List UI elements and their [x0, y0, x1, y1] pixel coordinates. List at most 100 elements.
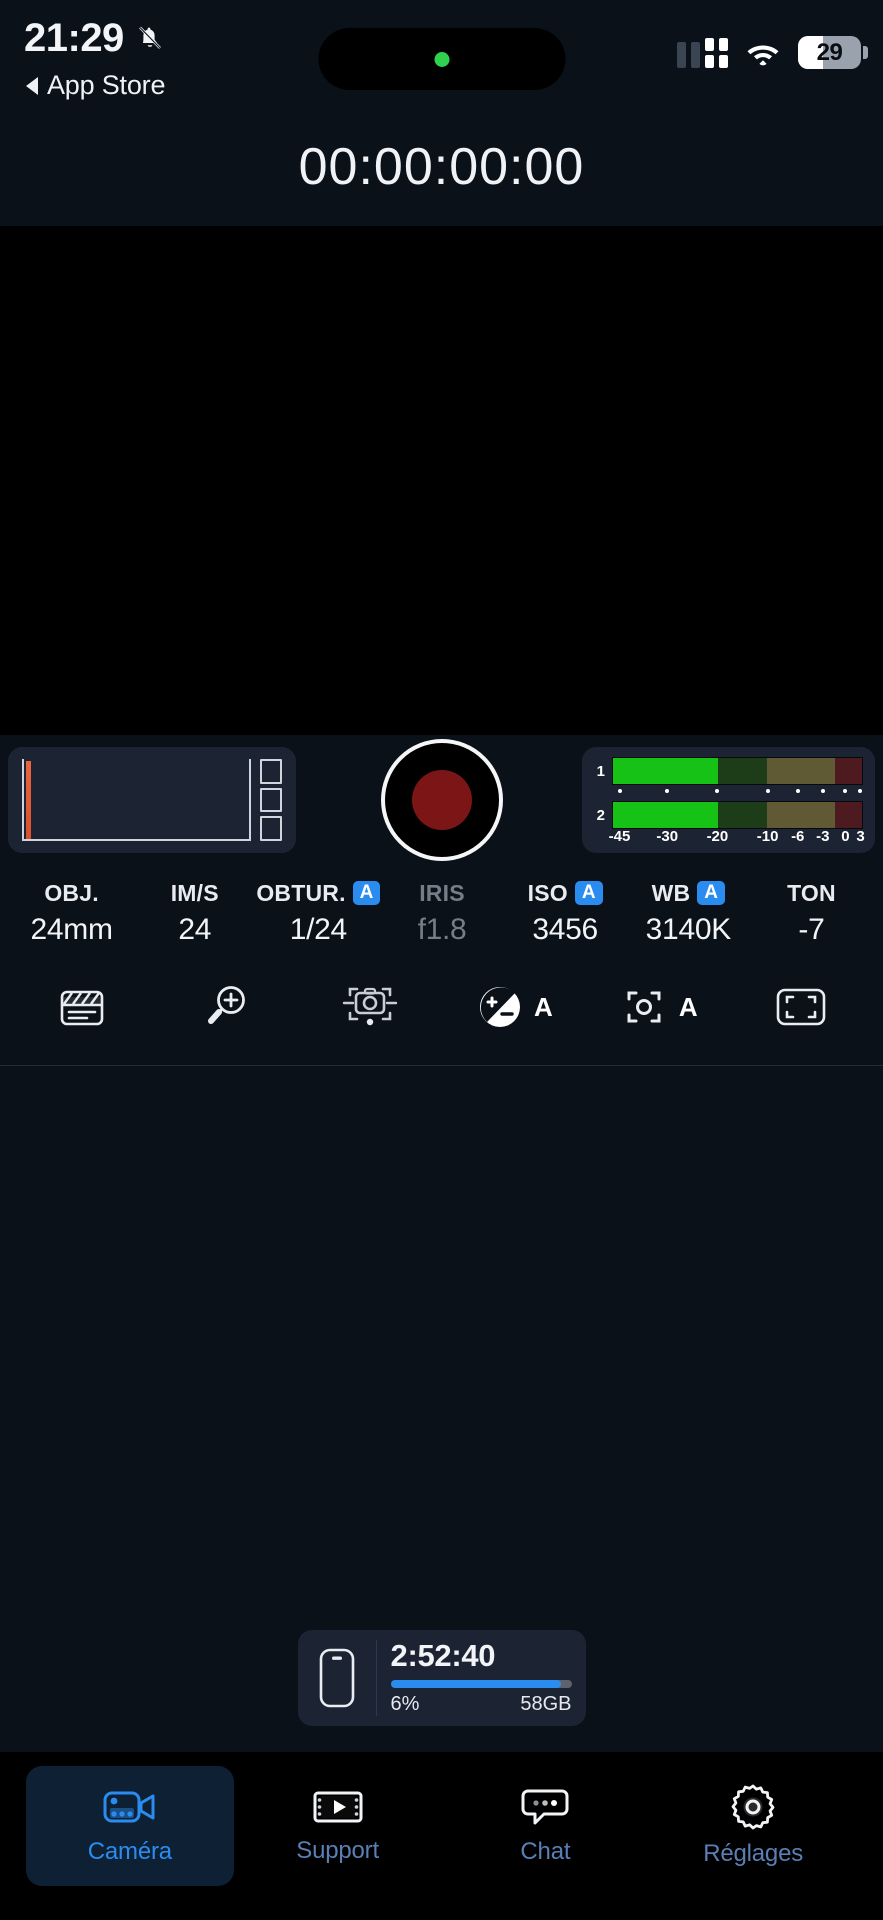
tab-label: Caméra: [87, 1838, 172, 1865]
setting-shutter[interactable]: OBTUR. A 1/24: [256, 879, 381, 947]
status-bar-right: 29: [677, 36, 868, 69]
setting-iris[interactable]: IRIS f1.8: [380, 879, 503, 947]
setting-label: OBJ.: [44, 879, 99, 906]
audio-meter-tick: [858, 789, 863, 793]
setting-value: 3140K: [645, 913, 732, 946]
video-camera-icon: [102, 1786, 158, 1828]
auto-badge: A: [574, 880, 603, 906]
bell-slash-icon: [134, 22, 166, 54]
tab-chat[interactable]: Chat: [442, 1766, 650, 1886]
audio-channel-label: 1: [596, 762, 605, 780]
lower-area: 2:52:40 6% 58GB: [0, 1066, 883, 1752]
tool-focus-zoom[interactable]: [154, 975, 298, 1039]
setting-framerate[interactable]: IM/S 24: [133, 879, 256, 947]
back-link-label: App Store: [47, 70, 166, 100]
setting-label-row: OBJ.: [44, 879, 98, 907]
audio-meter-tick: [765, 789, 770, 793]
histogram-plot: [22, 759, 251, 841]
audio-meter-card[interactable]: 1 2 -45 -30 -20 -10 -6 -3 0 3: [582, 747, 875, 853]
back-to-app-store-link[interactable]: App Store: [26, 70, 354, 101]
setting-label: IRIS: [419, 879, 465, 906]
camera-settings-row: OBJ. 24mm IM/S 24 OBTUR. A 1/24 IRIS f1.8 ISO A 345…: [0, 865, 883, 953]
setting-value: -7: [798, 913, 825, 946]
histogram-card[interactable]: [8, 747, 296, 853]
setting-lens[interactable]: OBJ. 24mm: [10, 879, 133, 947]
setting-label-row: TON: [787, 879, 836, 907]
audio-meter-ticks: [612, 789, 863, 798]
audio-zone-active-green: [613, 758, 718, 784]
record-button[interactable]: [380, 739, 503, 861]
audio-zone-clip-red: [834, 758, 862, 784]
phone-icon: [298, 1647, 376, 1709]
control-panel: 1 2 -45 -30 -20 -10 -6 -3 0 3 OBJ. 24mm IM/S 24 OBT…: [0, 735, 883, 1066]
setting-label: WB: [651, 879, 691, 906]
exposure-comp-icon: [474, 981, 526, 1033]
histogram-spike: [26, 761, 31, 839]
framing-guides-icon: [773, 985, 829, 1029]
setting-value: 24mm: [30, 913, 113, 946]
tool-auto-label: A: [534, 991, 553, 1022]
setting-label: TON: [787, 879, 836, 906]
autofocus-icon: [617, 984, 671, 1030]
audio-channel-label: 2: [596, 806, 605, 824]
tool-autofocus[interactable]: A: [585, 975, 729, 1039]
tab-support[interactable]: Support: [234, 1766, 442, 1886]
chat-bubble-icon: [520, 1786, 570, 1828]
battery-percent-label: 29: [816, 38, 843, 66]
audio-zone-caution-olive: [767, 758, 835, 784]
tool-slate[interactable]: [10, 975, 154, 1039]
setting-value: 24: [178, 913, 212, 946]
audio-channel-bar: [612, 757, 863, 785]
storage-progress-bar: [390, 1679, 572, 1688]
wifi-icon: [744, 39, 782, 67]
monitoring-row: 1 2 -45 -30 -20 -10 -6 -3 0 3: [0, 735, 883, 865]
storage-card[interactable]: 2:52:40 6% 58GB: [297, 1630, 586, 1726]
setting-label-row: IM/S: [171, 879, 219, 907]
battery-tip: [863, 46, 868, 59]
film-play-icon: [312, 1787, 364, 1827]
tool-auto-label: A: [678, 991, 698, 1022]
setting-label-row: WB A: [651, 879, 726, 907]
tool-exposure-comp[interactable]: A: [441, 975, 585, 1039]
recording-indicator-dot: [434, 51, 449, 67]
setting-label-row: ISO A: [528, 879, 603, 907]
status-bar: 21:29 App Store 29: [0, 0, 883, 108]
gear-icon: [730, 1784, 776, 1830]
back-triangle-icon: [26, 76, 38, 95]
audio-meter-scale-label: 3: [856, 828, 865, 845]
storage-remaining-time: 2:52:40: [390, 1638, 496, 1674]
setting-label-row: OBTUR. A: [256, 879, 381, 907]
audio-channel-row: 2: [594, 801, 863, 829]
audio-zone-headroom-green: [717, 802, 768, 828]
audio-meter-scale-label: -3: [816, 828, 830, 845]
audio-channel-row: 1: [594, 757, 863, 785]
setting-value: f1.8: [417, 913, 467, 946]
audio-channel-bar: [612, 801, 863, 829]
stabilization-icon: [340, 979, 400, 1035]
tool-framing-guides[interactable]: [729, 975, 873, 1039]
auto-badge: A: [697, 880, 726, 906]
tab-label: Chat: [520, 1838, 571, 1865]
camera-viewfinder[interactable]: [0, 226, 883, 735]
storage-used-percent: 6%: [390, 1692, 420, 1715]
setting-label: ISO: [527, 879, 568, 906]
tab-settings[interactable]: Réglages: [649, 1766, 857, 1886]
timecode-display: 00:00:00:00: [298, 138, 585, 196]
audio-meter-scale-label: -6: [791, 828, 805, 845]
bottom-tab-bar: Caméra Support Chat Réglages: [0, 1752, 883, 1920]
setting-white-balance[interactable]: WB A 3140K: [627, 879, 750, 947]
record-button-inner: [411, 770, 472, 830]
cellular-signal-icon: [677, 37, 728, 68]
setting-iso[interactable]: ISO A 3456: [504, 879, 627, 947]
tool-stabilization[interactable]: [298, 975, 442, 1039]
setting-tint[interactable]: TON -7: [750, 879, 873, 947]
tab-camera[interactable]: Caméra: [26, 1766, 234, 1886]
audio-meter-tick: [843, 789, 848, 793]
camera-tools-row: AA: [0, 953, 883, 1065]
audio-meter-scale-label: -30: [656, 828, 679, 845]
setting-label-row: IRIS: [419, 879, 465, 907]
timecode-area: 00:00:00:00: [0, 108, 883, 226]
tab-label: Support: [296, 1837, 379, 1864]
zebra-scale: [260, 759, 282, 841]
battery-indicator: 29: [798, 36, 868, 69]
